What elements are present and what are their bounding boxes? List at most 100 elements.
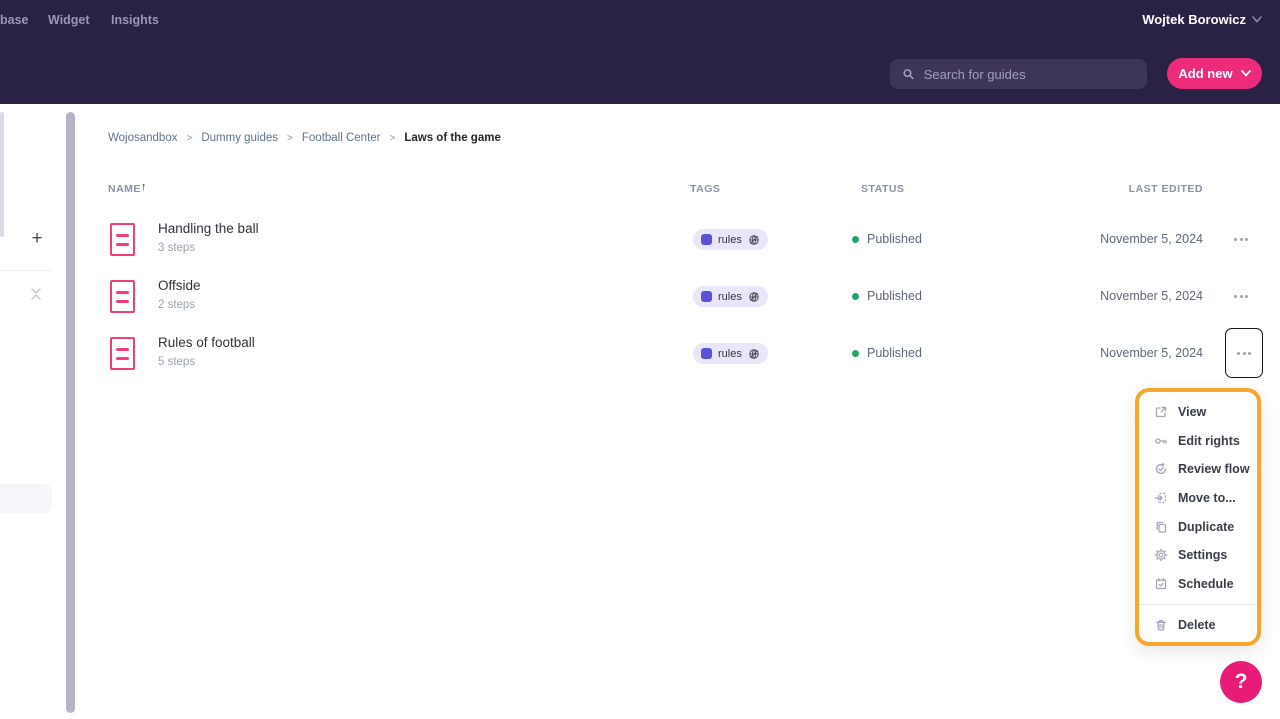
row-actions-menu-icon[interactable]	[1229, 228, 1253, 250]
tag-pill[interactable]: rules	[693, 343, 768, 364]
menu-item-duplicate[interactable]: Duplicate	[1139, 512, 1257, 541]
tag-pill[interactable]: rules	[693, 286, 768, 307]
calendar-check-icon	[1154, 577, 1168, 591]
globe-slash-icon	[748, 348, 760, 360]
collapse-sidebar-icon[interactable]	[28, 286, 44, 302]
table-row[interactable]: Offside 2 steps rules Published November…	[85, 268, 1280, 325]
menu-item-label: Review flow	[1178, 462, 1250, 476]
guide-title[interactable]: Handling the ball	[158, 221, 259, 236]
app-header: base Widget Insights Wojtek Borowicz Add…	[0, 0, 1280, 104]
sidebar-item-highlight[interactable]	[0, 484, 52, 513]
table-row[interactable]: Handling the ball 3 steps rules Publishe…	[85, 211, 1280, 268]
status-label: Published	[867, 346, 922, 360]
search-icon	[902, 67, 915, 81]
breadcrumb-item-folder[interactable]: Dummy guides	[201, 132, 278, 144]
tag-label: rules	[718, 348, 742, 360]
menu-item-schedule[interactable]: Schedule	[1139, 570, 1257, 599]
last-edited-date: November 5, 2024	[1100, 346, 1203, 360]
sidebar-divider	[0, 270, 52, 271]
breadcrumb-item-subfolder[interactable]: Football Center	[302, 132, 381, 144]
breadcrumb-separator: >	[287, 133, 293, 144]
menu-item-edit-rights[interactable]: Edit rights	[1139, 427, 1257, 456]
menu-item-label: Duplicate	[1178, 520, 1234, 534]
tag-label: rules	[718, 234, 742, 246]
breadcrumb-item-workspace[interactable]: Wojosandbox	[108, 132, 177, 144]
breadcrumb: Wojosandbox > Dummy guides > Football Ce…	[108, 132, 501, 144]
row-actions-menu-button-focused[interactable]	[1225, 328, 1263, 378]
status-badge: Published	[852, 346, 922, 360]
nav-item-widget[interactable]: Widget	[48, 13, 90, 27]
trash-icon	[1154, 618, 1168, 632]
status-badge: Published	[852, 289, 922, 303]
table-row[interactable]: Rules of football 5 steps rules Publishe…	[85, 325, 1280, 382]
column-header-status[interactable]: STATUS	[861, 183, 904, 195]
globe-slash-icon	[748, 234, 760, 246]
menu-item-label: View	[1178, 405, 1206, 419]
guide-document-icon	[110, 223, 135, 256]
guide-title[interactable]: Rules of football	[158, 335, 255, 350]
row-actions-menu-icon[interactable]	[1229, 285, 1253, 307]
sidebar-add-button[interactable]: +	[26, 228, 48, 250]
guide-title[interactable]: Offside	[158, 278, 201, 293]
review-check-icon	[1154, 462, 1168, 476]
sort-ascending-icon[interactable]: ↑	[141, 181, 147, 193]
menu-item-delete[interactable]: Delete	[1139, 611, 1257, 640]
key-icon	[1154, 434, 1168, 448]
user-name: Wojtek Borowicz	[1142, 12, 1246, 27]
guide-search[interactable]	[890, 59, 1147, 89]
published-dot-icon	[852, 236, 859, 243]
tag-color-swatch	[701, 234, 712, 245]
main-nav: base Widget Insights Wojtek Borowicz	[0, 0, 1280, 40]
breadcrumb-separator: >	[390, 133, 396, 144]
add-new-label: Add new	[1178, 66, 1232, 81]
search-input[interactable]	[924, 67, 1135, 82]
menu-item-review-flow[interactable]: Review flow	[1139, 455, 1257, 484]
status-label: Published	[867, 289, 922, 303]
guide-steps-count: 2 steps	[158, 299, 195, 311]
chevron-down-icon	[1241, 70, 1251, 77]
menu-divider	[1139, 604, 1257, 605]
tag-pill[interactable]: rules	[693, 229, 768, 250]
last-edited-date: November 5, 2024	[1100, 232, 1203, 246]
gear-icon	[1154, 548, 1168, 562]
chevron-down-icon	[1252, 16, 1262, 23]
menu-item-label: Settings	[1178, 548, 1227, 562]
column-header-name[interactable]: NAME	[108, 183, 141, 195]
breadcrumb-current: Laws of the game	[404, 132, 501, 144]
help-button[interactable]: ?	[1220, 661, 1262, 703]
guide-steps-count: 5 steps	[158, 356, 195, 368]
last-edited-date: November 5, 2024	[1100, 289, 1203, 303]
column-header-last-edited[interactable]: LAST EDITED	[1129, 183, 1203, 195]
menu-item-label: Delete	[1178, 618, 1216, 632]
add-new-button[interactable]: Add new	[1167, 58, 1262, 89]
status-badge: Published	[852, 232, 922, 246]
column-header-tags[interactable]: TAGS	[690, 183, 720, 195]
guide-document-icon	[110, 337, 135, 370]
duplicate-icon	[1154, 520, 1168, 534]
table-header: NAME ↑ TAGS STATUS LAST EDITED	[0, 183, 1280, 197]
nav-item-insights[interactable]: Insights	[111, 13, 159, 27]
nav-item-base[interactable]: base	[0, 13, 29, 27]
user-menu[interactable]: Wojtek Borowicz	[1142, 12, 1262, 27]
published-dot-icon	[852, 350, 859, 357]
published-dot-icon	[852, 293, 859, 300]
sidebar-scrollbar[interactable]	[0, 112, 4, 237]
tag-label: rules	[718, 291, 742, 303]
external-link-icon	[1154, 405, 1168, 419]
menu-item-move-to[interactable]: Move to...	[1139, 484, 1257, 513]
menu-item-label: Edit rights	[1178, 434, 1240, 448]
menu-item-settings[interactable]: Settings	[1139, 541, 1257, 570]
status-label: Published	[867, 232, 922, 246]
guide-document-icon	[110, 280, 135, 313]
guide-steps-count: 3 steps	[158, 242, 195, 254]
tag-color-swatch	[701, 291, 712, 302]
list-scrollbar[interactable]	[66, 112, 75, 713]
row-context-menu: View Edit rights Review flow Move to... …	[1135, 388, 1261, 646]
move-to-icon	[1154, 491, 1168, 505]
menu-item-view[interactable]: View	[1139, 398, 1257, 427]
menu-item-label: Move to...	[1178, 491, 1236, 505]
breadcrumb-separator: >	[186, 133, 192, 144]
menu-item-label: Schedule	[1178, 577, 1234, 591]
globe-slash-icon	[748, 291, 760, 303]
tag-color-swatch	[701, 348, 712, 359]
